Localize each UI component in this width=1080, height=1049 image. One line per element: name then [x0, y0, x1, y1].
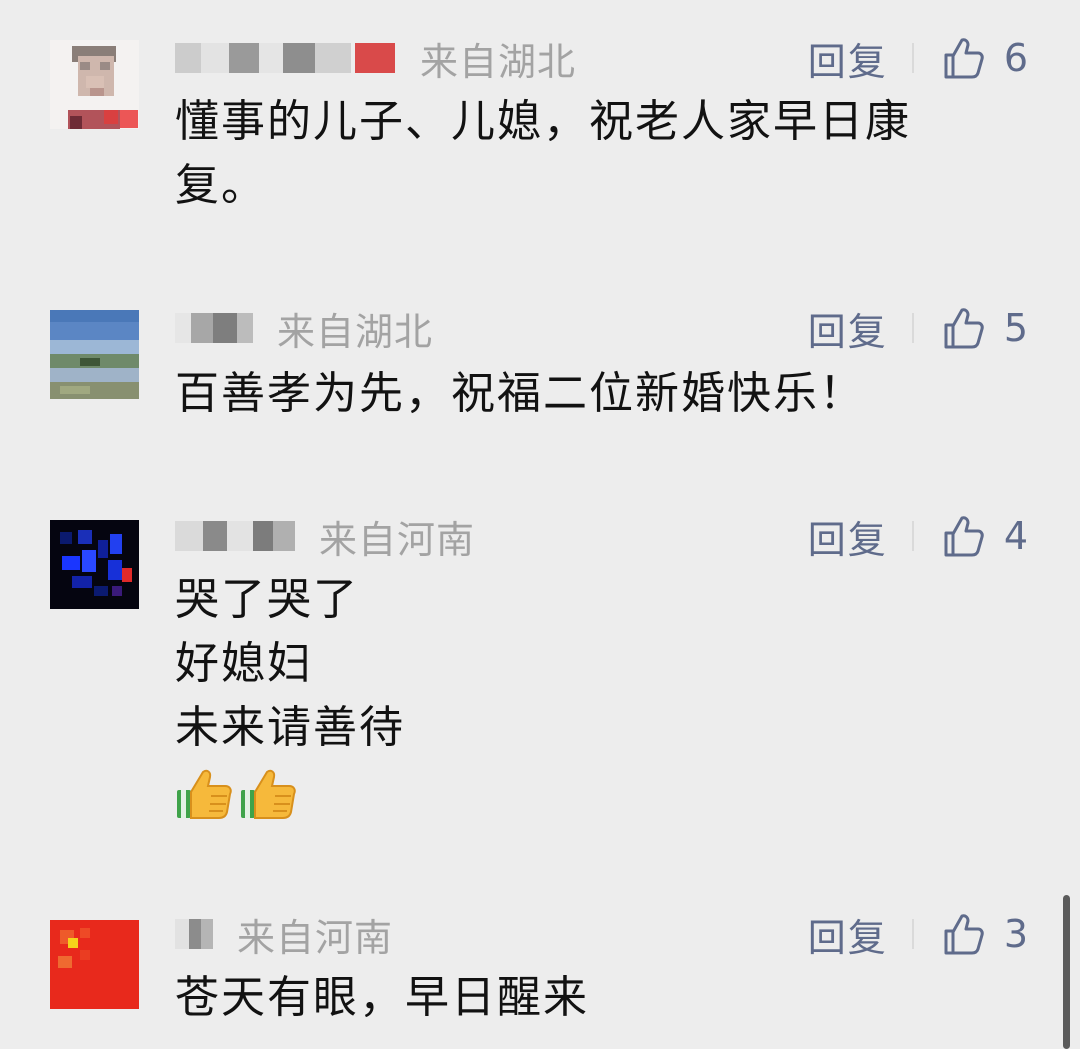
username[interactable] [175, 919, 213, 949]
like-count: 5 [1003, 306, 1028, 350]
avatar[interactable] [50, 40, 139, 129]
comment-line: 复。 [175, 160, 267, 211]
comment-line: 懂事的儿子、儿媳，祝老人家早日康 [175, 96, 911, 147]
action-divider [911, 919, 914, 949]
action-divider [911, 43, 914, 73]
comment-location: 来自湖北 [277, 309, 434, 354]
comment-text: 懂事的儿子、儿媳，祝老人家早日康 复。 [175, 90, 975, 218]
like-icon[interactable] [940, 911, 986, 957]
username[interactable] [175, 313, 253, 343]
reply-button[interactable]: 回复 [808, 301, 888, 356]
comment-location: 来自河南 [237, 915, 394, 960]
username[interactable] [175, 43, 396, 73]
comment-line: 未来请善待 [175, 702, 405, 753]
comment-line: 百善孝为先，祝福二位新婚快乐！ [175, 368, 865, 419]
avatar[interactable] [50, 310, 139, 399]
emoji-row [175, 762, 975, 826]
comment-line: 哭了哭了 [175, 574, 359, 625]
reply-button[interactable]: 回复 [808, 31, 888, 86]
comment-location: 来自河南 [319, 517, 476, 562]
comment-line: 苍天有眼，早日醒来 [175, 972, 589, 1023]
thumbs-up-emoji-icon [177, 769, 232, 819]
thumbs-up-emoji-icon [241, 769, 296, 819]
like-icon[interactable] [940, 305, 986, 351]
like-icon[interactable] [940, 35, 986, 81]
comment-text: 苍天有眼，早日醒来 [175, 966, 975, 1030]
action-divider [911, 313, 914, 343]
scrollbar[interactable] [1063, 895, 1070, 1049]
like-count: 6 [1003, 36, 1028, 80]
reply-button[interactable]: 回复 [808, 509, 888, 564]
reply-button[interactable]: 回复 [808, 907, 888, 962]
comment-line: 好媳妇 [175, 638, 313, 689]
like-count: 3 [1003, 912, 1028, 956]
comment-location: 来自湖北 [420, 39, 577, 84]
like-count: 4 [1003, 514, 1028, 558]
username[interactable] [175, 521, 295, 551]
like-icon[interactable] [940, 513, 986, 559]
avatar[interactable] [50, 920, 139, 1009]
comment-text: 百善孝为先，祝福二位新婚快乐！ [175, 362, 975, 426]
comment-text: 哭了哭了 好媳妇 未来请善待 [175, 568, 975, 826]
avatar[interactable] [50, 520, 139, 609]
action-divider [911, 521, 914, 551]
